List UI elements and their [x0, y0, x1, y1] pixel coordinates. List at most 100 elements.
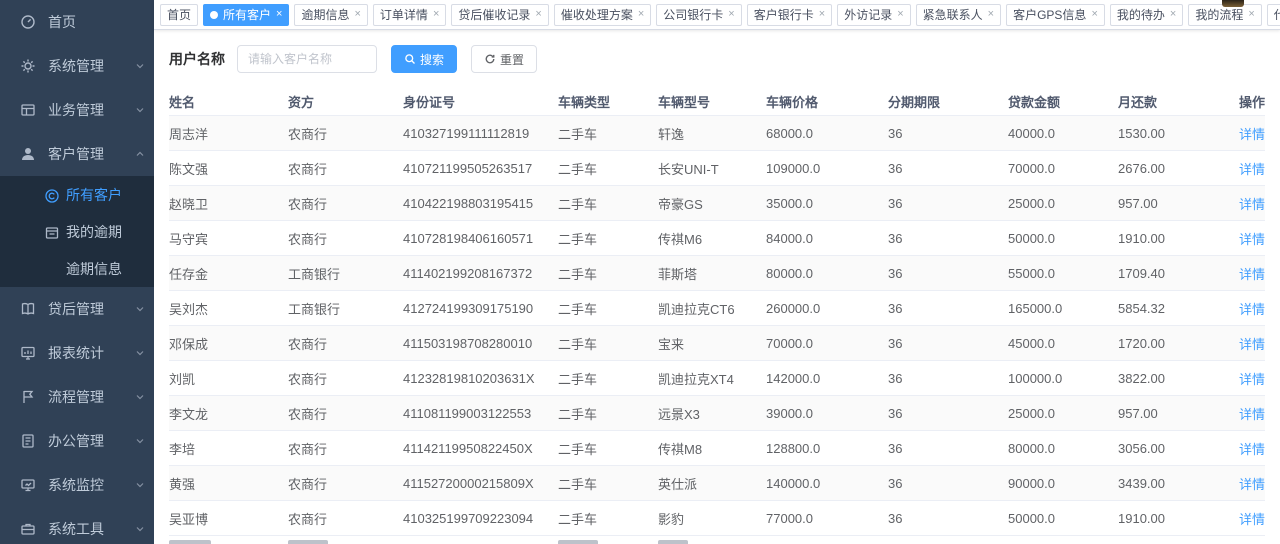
tab-公司银行卡[interactable]: 公司银行卡× — [656, 4, 741, 26]
sidebar-item-办公管理[interactable]: 办公管理 — [0, 419, 154, 463]
sidebar-item-所有客户[interactable]: 所有客户 — [0, 176, 154, 213]
table-cell: 80000.0 — [1008, 441, 1118, 456]
table-cell-action: 详情 — [1228, 229, 1265, 248]
table-cell-action: 详情 — [1228, 159, 1265, 178]
loan-book-icon — [20, 301, 36, 317]
tab-贷后催收记录[interactable]: 贷后催收记录 × — [451, 4, 548, 26]
detail-link[interactable]: 详情 — [1239, 267, 1265, 282]
tab-客户银行卡[interactable]: 客户银行卡 × — [747, 4, 832, 26]
table-row-partial — [169, 536, 1265, 544]
table-cell: 36 — [888, 336, 1008, 351]
tab-所有客户[interactable]: 所有客户× — [203, 4, 289, 26]
sidebar-item-系统工具[interactable]: 系统工具 — [0, 507, 154, 544]
sidebar-item-label: 所有客户 — [66, 185, 146, 205]
avatar-fragment — [1222, 0, 1244, 7]
tab-催收处理方案[interactable]: 催收处理方案× — [554, 4, 651, 26]
detail-link[interactable]: 详情 — [1239, 477, 1265, 492]
table-cell: 农商行 — [288, 159, 403, 178]
detail-link[interactable]: 详情 — [1239, 407, 1265, 422]
detail-link[interactable]: 详情 — [1239, 512, 1265, 527]
customer-name-label: 用户名称 — [169, 49, 225, 69]
close-icon[interactable]: × — [1170, 9, 1176, 20]
sidebar-item-报表统计[interactable]: 报表统计 — [0, 331, 154, 375]
table-cell: 农商行 — [288, 194, 403, 213]
table-row: 任存金工商银行411402199208167372二手车菲斯塔80000.036… — [169, 256, 1265, 291]
table-cell: 农商行 — [288, 474, 403, 493]
table-cell: 李培 — [169, 439, 288, 458]
column-header-车辆型号: 车辆型号 — [658, 92, 766, 111]
table-cell: 马守宾 — [169, 229, 288, 248]
table-cell: 957.00 — [1118, 406, 1228, 421]
table-cell: 农商行 — [288, 404, 403, 423]
table-cell: 3439.00 — [1118, 476, 1228, 491]
customer-name-input[interactable] — [237, 45, 377, 73]
detail-link[interactable]: 详情 — [1239, 302, 1265, 317]
partial-cell — [169, 536, 288, 544]
main-area: 首页所有客户×逾期信息×订单详情×贷后催收记录×催收处理方案×公司银行卡×客户银… — [154, 0, 1280, 544]
close-icon[interactable]: × — [819, 9, 825, 20]
table-cell: 41232819810203631X — [403, 371, 558, 386]
table-cell: 260000.0 — [766, 301, 888, 316]
sidebar-item-我的逾期[interactable]: 我的逾期 — [0, 213, 154, 250]
tab-首页[interactable]: 首页 — [160, 4, 198, 26]
detail-link[interactable]: 详情 — [1239, 162, 1265, 177]
reset-button[interactable]: 重置 — [471, 45, 537, 73]
close-icon[interactable]: × — [1091, 9, 1097, 20]
table-cell: 41152720000215809X — [403, 476, 558, 491]
sidebar-item-流程管理[interactable]: 流程管理 — [0, 375, 154, 419]
table-row: 李培农商行41142119950822450X二手车传祺M8128800.036… — [169, 431, 1265, 466]
detail-link[interactable]: 详情 — [1239, 197, 1265, 212]
tab-我的待办[interactable]: 我的待办× — [1110, 4, 1183, 26]
sidebar-item-逾期信息[interactable]: 逾期信息 — [0, 250, 154, 287]
chevron-down-icon — [134, 391, 146, 403]
detail-link[interactable]: 详情 — [1239, 127, 1265, 142]
table-cell-action: 详情 — [1228, 404, 1265, 423]
search-button[interactable]: 搜索 — [391, 45, 457, 73]
chevron-down-icon — [134, 60, 146, 72]
close-icon[interactable]: × — [897, 9, 903, 20]
tab-label: 贷后催收记录 — [458, 4, 530, 26]
detail-link[interactable]: 详情 — [1239, 232, 1265, 247]
all-customers-icon — [44, 188, 58, 202]
close-icon[interactable]: × — [354, 9, 360, 20]
tab-客户GPS信息[interactable]: 客户GPS信息× — [1006, 4, 1105, 26]
sidebar-item-首页[interactable]: 首页 — [0, 0, 154, 44]
tab-label: 客户银行卡 — [754, 4, 814, 26]
tab-label: 订单详情 — [380, 4, 428, 26]
table-cell-action: 详情 — [1228, 194, 1265, 213]
tab-list: 首页所有客户×逾期信息×订单详情×贷后催收记录×催收处理方案×公司银行卡×客户银… — [155, 4, 1280, 26]
table-cell: 陈文强 — [169, 159, 288, 178]
close-icon[interactable]: × — [1248, 9, 1254, 20]
chevron-down-icon — [134, 347, 146, 359]
detail-link[interactable]: 详情 — [1239, 442, 1265, 457]
table-cell: 1720.00 — [1118, 336, 1228, 351]
close-icon[interactable]: × — [728, 9, 734, 20]
tab-外访记录[interactable]: 外访记录 × — [837, 4, 910, 26]
close-icon[interactable]: × — [988, 9, 994, 20]
tab-逾期信息[interactable]: 逾期信息× — [294, 4, 367, 26]
tab-紧急联系人[interactable]: 紧急联系人× — [916, 4, 1001, 26]
close-icon[interactable]: × — [638, 9, 644, 20]
detail-link[interactable]: 详情 — [1239, 372, 1265, 387]
tab-订单详情[interactable]: 订单详情 × — [373, 4, 446, 26]
table-row: 赵晓卫农商行410422198803195415二手车帝豪GS35000.036… — [169, 186, 1265, 221]
tab-代签任务[interactable]: 代签任务× — [1267, 4, 1280, 26]
close-icon[interactable]: × — [276, 9, 282, 20]
sidebar-item-贷后管理[interactable]: 贷后管理 — [0, 287, 154, 331]
table-cell: 3822.00 — [1118, 371, 1228, 386]
table-cell: 36 — [888, 511, 1008, 526]
table-cell: 410325199709223094 — [403, 511, 558, 526]
close-icon[interactable]: × — [433, 9, 439, 20]
table-cell: 农商行 — [288, 509, 403, 528]
sidebar-item-label: 逾期信息 — [66, 259, 146, 279]
tab-label: 外访记录 — [844, 4, 892, 26]
detail-link[interactable]: 详情 — [1239, 337, 1265, 352]
sidebar-item-业务管理[interactable]: 业务管理 — [0, 88, 154, 132]
table-cell: 109000.0 — [766, 161, 888, 176]
table-cell: 二手车 — [558, 334, 658, 353]
close-icon[interactable]: × — [535, 9, 541, 20]
sidebar-item-系统监控[interactable]: 系统监控 — [0, 463, 154, 507]
column-header-身份证号: 身份证号 — [403, 92, 558, 111]
sidebar-item-系统管理[interactable]: 系统管理 — [0, 44, 154, 88]
sidebar-item-客户管理[interactable]: 客户管理 — [0, 132, 154, 176]
